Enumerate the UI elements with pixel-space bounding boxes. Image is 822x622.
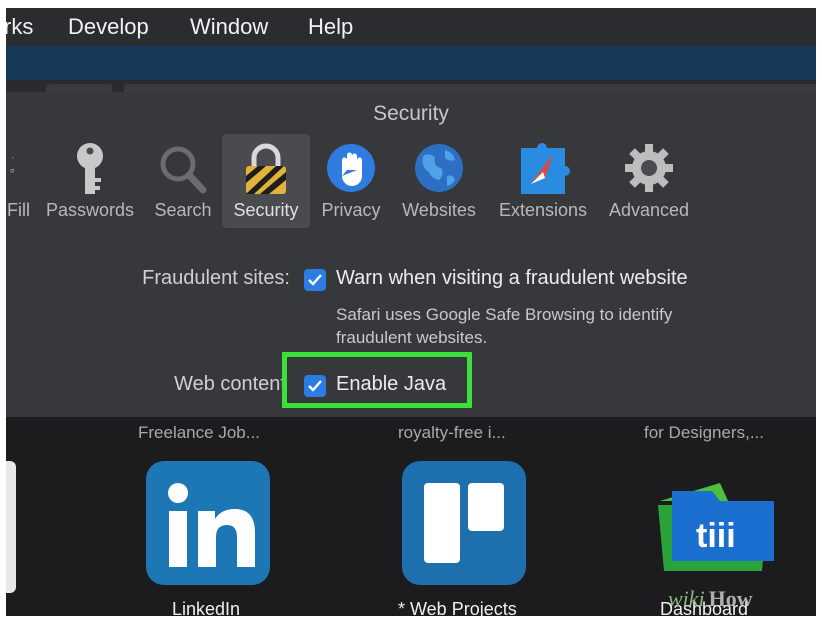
fraudulent-sites-label: Fraudulent sites: (142, 267, 290, 289)
linkedin-icon[interactable] (146, 461, 270, 585)
magnifier-icon (160, 146, 207, 194)
checkmark-icon (308, 274, 322, 286)
tab-search[interactable]: Search (144, 134, 222, 228)
key-icon (77, 143, 103, 194)
gear-icon (625, 144, 673, 192)
puzzle-compass-icon (521, 143, 570, 194)
tab-extensions[interactable]: Extensions (490, 134, 596, 228)
fraudulent-description: Safari uses Google Safe Browsing to iden… (336, 303, 672, 349)
screenshot-frame: rks Develop Window Help Security Fill Pa… (6, 8, 816, 616)
globe-icon (415, 144, 463, 192)
annotation-highlight-box (282, 352, 472, 408)
tab-strip-edge (124, 84, 816, 92)
preferences-window: Security Fill Passwords Search Security … (6, 92, 816, 417)
tab-privacy[interactable]: Privacy (314, 134, 388, 228)
trello-logo-icon (416, 475, 512, 571)
hand-icon (327, 144, 375, 192)
browser-toolbar (6, 46, 816, 80)
tab-label: Websites (402, 200, 476, 220)
watermark-part: How (708, 586, 753, 611)
description-line: Safari uses Google Safe Browsing to iden… (336, 305, 673, 324)
autofill-icon (10, 156, 14, 173)
tab-label: Extensions (498, 200, 588, 220)
tab-label: Security (233, 200, 299, 220)
description-line: fraudulent websites. (336, 328, 488, 347)
menu-window[interactable]: Window (190, 14, 268, 40)
wikihow-watermark: wiki How (668, 586, 753, 612)
linkedin-logo-icon (168, 483, 255, 567)
tab-websites[interactable]: Websites (392, 134, 486, 228)
watermark-part: wiki (668, 586, 705, 611)
tab-autofill[interactable]: Fill (6, 134, 32, 228)
favorite-label[interactable]: * Web Projects (398, 599, 517, 616)
tab-label: Privacy (321, 200, 381, 220)
tab-label: Passwords (45, 200, 135, 220)
lock-icon (246, 143, 286, 194)
tab-advanced[interactable]: Advanced (600, 134, 698, 228)
tab-passwords[interactable]: Passwords (40, 134, 140, 228)
tab-strip (6, 80, 816, 92)
trello-icon[interactable] (402, 461, 526, 585)
fraudulent-checkbox-text[interactable]: Warn when visiting a fraudulent website (336, 267, 688, 290)
window-title: Security (373, 102, 449, 125)
tab-label: Advanced (608, 200, 690, 220)
favorite-label[interactable]: LinkedIn (172, 599, 240, 616)
tab-label: Fill (7, 200, 30, 220)
menu-help[interactable]: Help (308, 14, 353, 40)
folder-logo-icon: tiii (658, 483, 774, 571)
menu-bar: rks Develop Window Help (6, 8, 816, 46)
tab-strip-edge (46, 84, 112, 92)
dashboard-folder-icon[interactable]: tiii (652, 461, 776, 585)
favorite-caption: Freelance Job... (138, 423, 260, 442)
menu-develop[interactable]: Develop (68, 14, 149, 40)
tab-security[interactable]: Security (222, 134, 310, 228)
favorite-caption: for Designers,... (644, 423, 764, 442)
favorite-caption: royalty-free i... (398, 423, 506, 442)
svg-text:tiii: tiii (696, 517, 736, 555)
favorite-tile-partial[interactable] (6, 461, 16, 593)
fraudulent-checkbox[interactable] (304, 269, 326, 291)
tab-label: Search (154, 200, 212, 220)
menu-bookmarks[interactable]: rks (6, 14, 33, 40)
web-content-label: Web content (174, 373, 286, 395)
